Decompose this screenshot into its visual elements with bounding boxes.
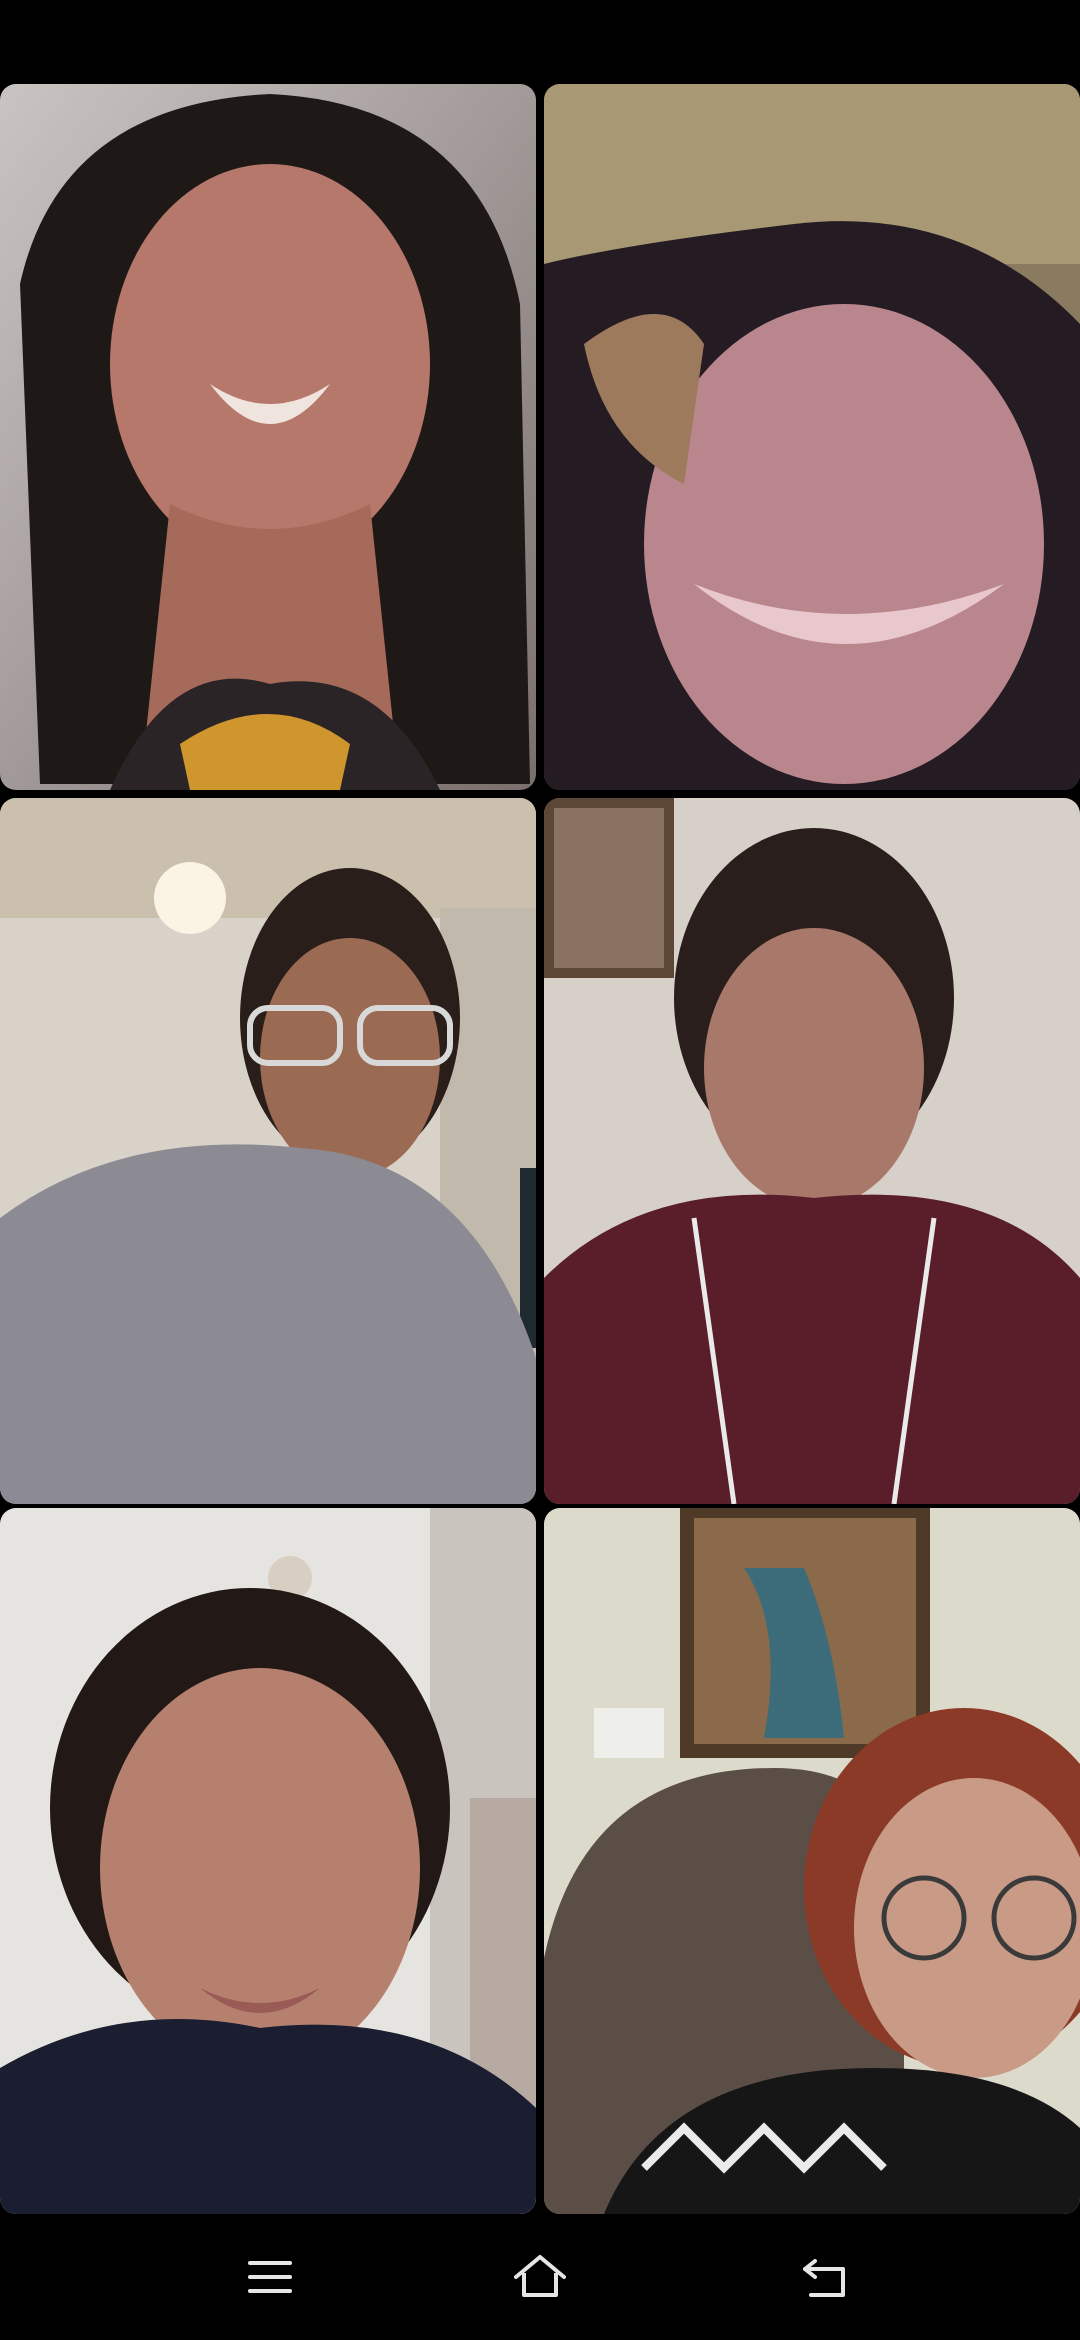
video-call-screen — [0, 0, 1080, 2340]
participant-video-tile[interactable] — [544, 798, 1080, 1504]
participant-video-tile[interactable] — [0, 1508, 536, 2214]
back-button[interactable] — [775, 2234, 875, 2320]
menu-button[interactable] — [220, 2234, 320, 2320]
status-bar — [0, 0, 1080, 84]
participant-video-tile[interactable] — [0, 798, 536, 1504]
system-navigation-bar — [0, 2214, 1080, 2340]
home-icon — [514, 2255, 566, 2297]
participant-video-tile[interactable] — [0, 84, 536, 790]
participant-video-feed — [544, 84, 1080, 790]
participant-video-tile[interactable] — [544, 84, 1080, 790]
back-icon — [803, 2259, 845, 2297]
menu-icon — [248, 2261, 292, 2293]
home-button[interactable] — [490, 2234, 590, 2320]
participant-video-feed — [0, 84, 536, 790]
participant-video-feed — [544, 1508, 1080, 2214]
participant-video-tile[interactable] — [544, 1508, 1080, 2214]
participant-video-feed — [0, 1508, 536, 2214]
participant-video-feed — [544, 798, 1080, 1504]
participant-video-feed — [0, 798, 536, 1504]
participant-grid — [0, 84, 1080, 2214]
